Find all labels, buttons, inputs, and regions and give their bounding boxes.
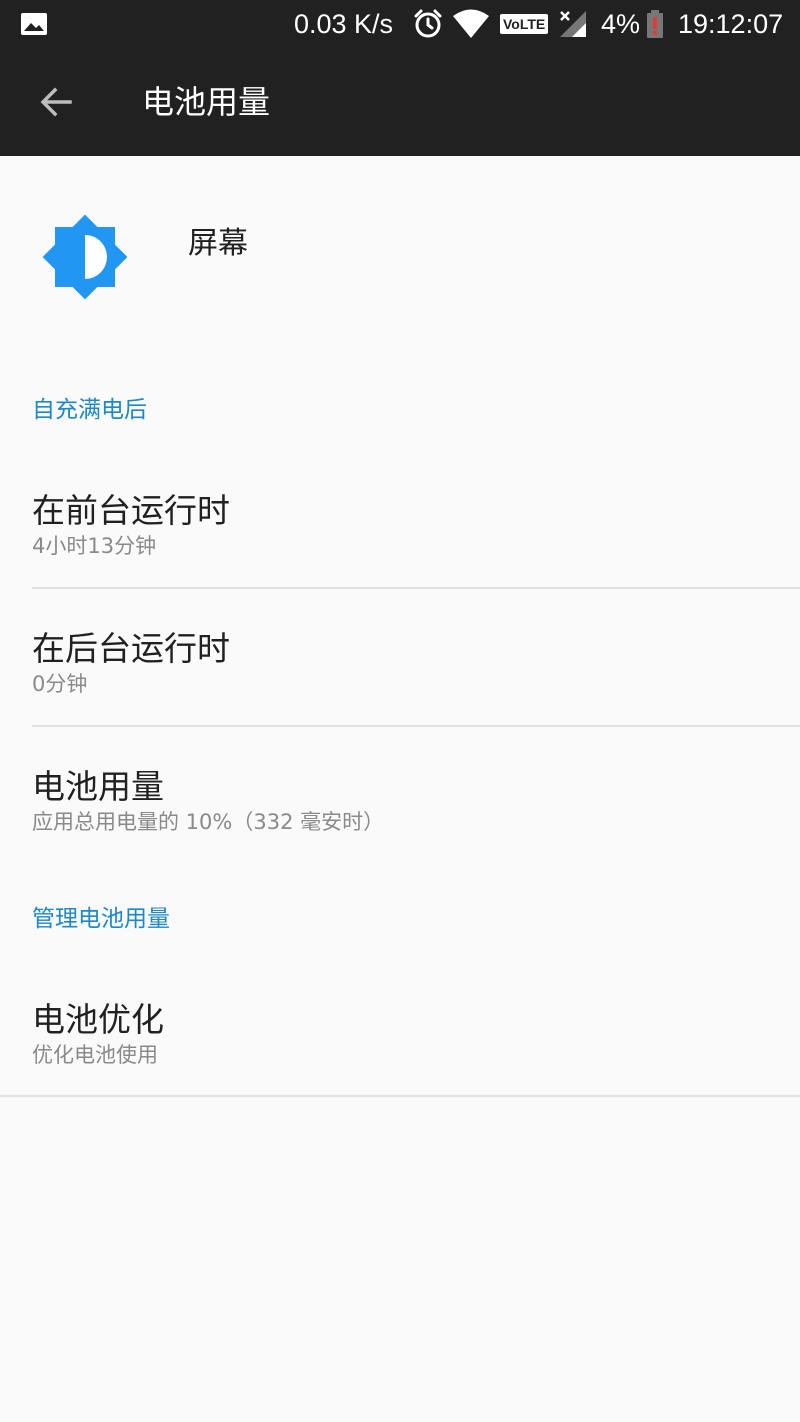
alarm-icon <box>412 0 444 48</box>
arrow-back-icon <box>40 87 72 117</box>
toolbar: 电池用量 <box>0 48 800 156</box>
foreground-time-summary: 4小时13分钟 <box>32 534 157 558</box>
status-bar: 0.03 K/s VoLTE 4% 19:12:07 <box>0 0 800 48</box>
network-speed: 0.03 K/s <box>294 8 394 39</box>
battery-low-icon <box>646 0 664 48</box>
battery-optimization-item[interactable]: 电池优化 优化电池使用 <box>0 960 800 1096</box>
foreground-time-title: 在前台运行时 <box>32 491 230 530</box>
image-icon <box>20 0 48 48</box>
section-since-full-charge: 自充满电后 <box>32 397 147 423</box>
back-button[interactable] <box>24 70 88 134</box>
background-time-summary: 0分钟 <box>32 672 88 696</box>
signal-icon <box>558 0 588 48</box>
battery-percent: 4% <box>601 8 641 39</box>
foreground-time-item[interactable]: 在前台运行时 4小时13分钟 <box>0 448 800 588</box>
brightness-icon <box>34 206 136 308</box>
divider <box>0 1095 800 1097</box>
app-name: 屏幕 <box>188 226 248 261</box>
battery-usage-title: 电池用量 <box>32 767 164 806</box>
app-header: 屏幕 <box>0 156 800 346</box>
wifi-icon <box>452 0 490 48</box>
background-time-title: 在后台运行时 <box>32 629 230 668</box>
section-manage-battery: 管理电池用量 <box>32 906 170 932</box>
battery-usage-summary: 应用总用电量的 10%（332 毫安时） <box>32 810 385 834</box>
battery-usage-item[interactable]: 电池用量 应用总用电量的 10%（332 毫安时） <box>0 727 800 865</box>
volte-label: VoLTE <box>500 14 549 34</box>
battery-optimization-summary: 优化电池使用 <box>32 1043 158 1067</box>
background-time-item[interactable]: 在后台运行时 0分钟 <box>0 589 800 727</box>
page-title: 电池用量 <box>142 83 271 121</box>
volte-icon: VoLTE <box>500 0 549 48</box>
battery-optimization-title: 电池优化 <box>32 1000 164 1039</box>
clock: 19:12:07 <box>678 8 784 39</box>
